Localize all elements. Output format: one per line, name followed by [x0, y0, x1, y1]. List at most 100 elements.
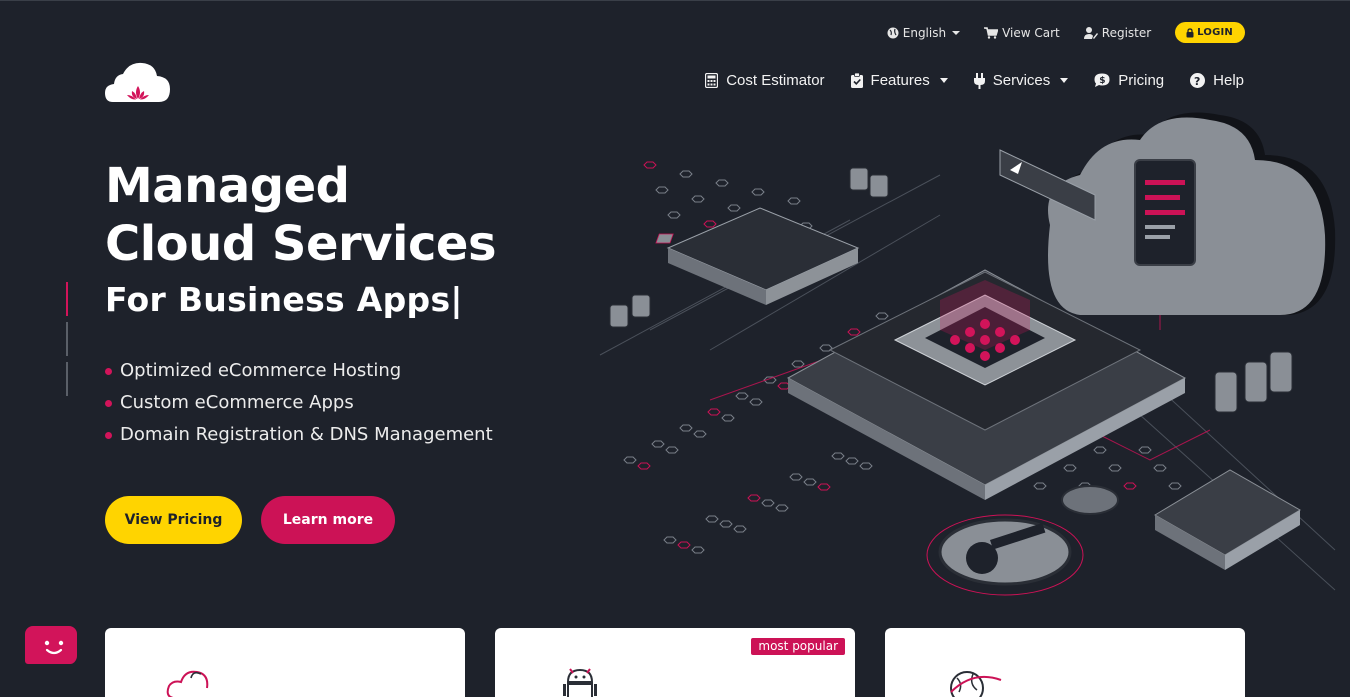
bullet-icon	[105, 400, 112, 407]
slide-indicator-2[interactable]	[66, 322, 68, 356]
hex-decoration	[831, 452, 845, 460]
globe-icon	[887, 27, 899, 38]
hero-title-line-1: Managed	[105, 158, 350, 214]
hex-decoration	[859, 462, 873, 470]
hex-decoration	[643, 161, 657, 169]
svg-text:$: $	[1100, 76, 1106, 86]
nav-label: Services	[992, 72, 1051, 89]
feature-label: Domain Registration & DNS Management	[120, 423, 493, 445]
view-cart-link[interactable]: View Cart	[984, 26, 1060, 40]
hex-decoration	[1033, 482, 1047, 490]
cloud-server	[999, 112, 1336, 315]
hex-decoration	[727, 204, 741, 212]
calculator-icon	[705, 73, 719, 88]
hex-decoration	[693, 430, 707, 438]
nav-cost-estimator[interactable]: Cost Estimator	[705, 72, 825, 89]
nav-pricing[interactable]: $ Pricing	[1094, 72, 1164, 89]
nav-label: Help	[1213, 72, 1244, 89]
hex-decoration	[691, 546, 705, 554]
hex-decoration	[845, 457, 859, 465]
hex-decoration	[749, 398, 763, 406]
service-card[interactable]	[885, 628, 1245, 697]
cloud-icon	[166, 670, 209, 697]
hex-decoration	[719, 520, 733, 528]
hex-decoration	[677, 541, 691, 549]
hex-decoration	[803, 478, 817, 486]
user-edit-icon	[1083, 26, 1098, 39]
lock-icon	[1186, 27, 1194, 37]
hex-decoration	[691, 195, 705, 203]
nav-features[interactable]: Features	[850, 72, 948, 89]
dollar-comment-icon: $	[1094, 73, 1110, 87]
hex-decoration	[651, 440, 665, 448]
main-navigation: Cost Estimator Features Services $ Prici…	[679, 72, 1244, 89]
hex-decoration	[1063, 464, 1077, 472]
utility-bar: English View Cart Register LOGIN	[863, 22, 1245, 43]
plug-icon	[973, 72, 985, 89]
slide-indicator-3[interactable]	[66, 362, 68, 396]
hex-decoration	[655, 186, 669, 194]
register-link[interactable]: Register	[1083, 25, 1152, 40]
key-disc	[926, 514, 1084, 596]
feature-list: Optimized eCommerce Hosting Custom eComm…	[105, 354, 493, 450]
hero-title: Managed Cloud Services	[105, 157, 497, 273]
view-pricing-button[interactable]: View Pricing	[105, 496, 242, 544]
hex-decoration	[817, 483, 831, 491]
hex-decoration	[847, 328, 861, 336]
hex-decoration	[637, 462, 651, 470]
cart-icon	[984, 26, 999, 39]
nav-label: Pricing	[1118, 72, 1165, 89]
hex-decoration	[875, 312, 889, 320]
hero-subtitle: For Business Apps|	[105, 280, 463, 319]
company-logo[interactable]	[105, 62, 171, 104]
slide-indicator-1[interactable]	[66, 282, 68, 316]
learn-more-button[interactable]: Learn more	[261, 496, 395, 544]
nav-label: Features	[870, 72, 930, 89]
hex-decoration	[747, 494, 761, 502]
hex-decoration	[775, 504, 789, 512]
hex-decoration	[623, 456, 637, 464]
login-label: LOGIN	[1197, 27, 1233, 38]
feature-label: Optimized eCommerce Hosting	[120, 359, 402, 381]
hex-decoration	[751, 188, 765, 196]
svg-text:?: ?	[1194, 75, 1200, 88]
feature-item: Domain Registration & DNS Management	[105, 418, 493, 450]
hex-decoration	[1168, 482, 1182, 490]
language-selector[interactable]: English	[887, 25, 961, 40]
bottom-chip	[1154, 469, 1301, 570]
feature-item: Custom eCommerce Apps	[105, 386, 493, 418]
hex-decoration	[715, 179, 729, 187]
android-icon	[563, 668, 597, 697]
clipboard-check-icon	[850, 73, 863, 88]
service-card-popular[interactable]: most popular	[495, 628, 855, 697]
nav-help[interactable]: ? Help	[1190, 72, 1244, 89]
register-label: Register	[1101, 25, 1152, 40]
hex-decoration	[1123, 482, 1137, 490]
small-chip	[655, 207, 860, 305]
chat-widget-button[interactable]	[25, 626, 77, 664]
most-popular-badge: most popular	[751, 638, 845, 655]
hex-decoration	[735, 392, 749, 400]
hex-decoration	[667, 211, 681, 219]
hex-decoration	[733, 525, 747, 533]
hex-decoration	[721, 414, 735, 422]
hex-decoration	[663, 536, 677, 544]
cloud-hardware-illustration	[599, 112, 1336, 596]
chat-face-icon	[32, 632, 76, 664]
globe-icon	[950, 671, 1002, 697]
hex-decoration	[1093, 446, 1107, 454]
slide-indicators	[66, 282, 68, 402]
hex-decoration	[665, 446, 679, 454]
hero-title-line-2: Cloud Services	[105, 216, 497, 272]
hex-decoration	[789, 473, 803, 481]
feature-label: Custom eCommerce Apps	[120, 391, 354, 413]
hex-decoration	[1138, 446, 1152, 454]
top-border	[0, 0, 1350, 1]
service-card[interactable]	[105, 628, 465, 697]
bullet-icon	[105, 368, 112, 375]
hex-decoration	[707, 408, 721, 416]
login-button[interactable]: LOGIN	[1175, 22, 1245, 43]
hex-decoration	[679, 424, 693, 432]
nav-services[interactable]: Services	[973, 72, 1069, 89]
language-label: English	[902, 25, 947, 40]
